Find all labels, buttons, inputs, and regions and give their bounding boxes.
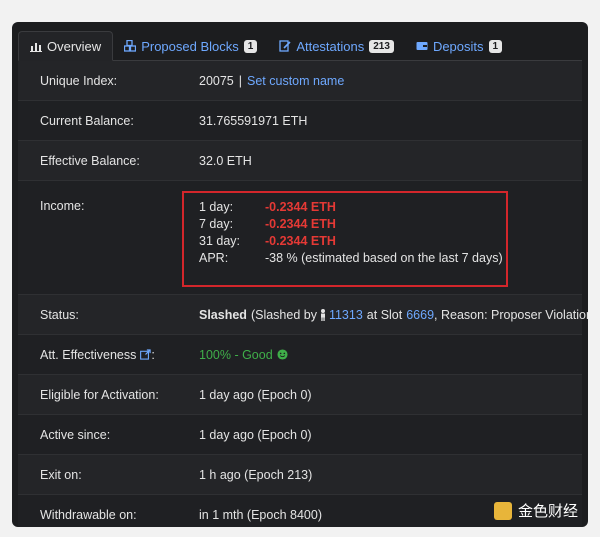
row-active-since: Active since: 1 day ago (Epoch 0) [18,415,582,455]
chart-icon [30,43,42,52]
status-at-slot-text: at Slot [366,307,403,322]
external-link-icon[interactable] [140,349,152,360]
income-31day-label: 31 day: [199,234,241,248]
income-7day-label: 7 day: [199,217,234,231]
income-apr: APR: -38 % (estimated based on the last 7… [199,251,503,265]
row-exit-on: Exit on: 1 h ago (Epoch 213) [18,455,582,495]
smile-icon [277,349,288,360]
row-eligible-activation: Eligible for Activation: 1 day ago (Epoc… [18,375,582,415]
withdrawable-value: in 1 mth (Epoch 8400) [199,507,322,522]
current-balance-label: Current Balance: [40,113,134,128]
effective-balance-value: 32.0 ETH [199,153,252,168]
att-effectiveness-label: Att. Effectiveness [40,347,137,362]
validator-details: Unique Index: 20075 | Set custom name Cu… [18,61,588,527]
status-slashed-by-text: (Slashed by [250,307,317,322]
proposed-blocks-count-badge: 1 [243,39,258,53]
tab-overview-label: Overview [47,38,102,54]
watermark-text: 金色财经 [517,503,578,520]
unique-index-value: 20075 [199,73,234,88]
tab-proposed-blocks-label: Proposed Blocks [141,38,239,54]
colon: : [151,347,155,362]
status-value: Slashed (Slashed by 11313 at Slot 6669 ,… [199,295,588,334]
income-apr-label: APR: [199,251,229,265]
status-reason-text: , Reason: Proposer Violation) [434,307,588,322]
tab-proposed-blocks[interactable]: Proposed Blocks 1 [113,31,268,61]
income-apr-value: -38 % (estimated based on the last 7 day… [265,251,503,265]
row-effective-balance: Effective Balance: 32.0 ETH [18,141,582,181]
income-1day-value: -0.2344 ETH [265,200,336,214]
att-effectiveness-value: 100% - Good [199,347,273,362]
att-effectiveness-value-wrap: 100% - Good [199,335,288,374]
tab-bar: Overview Proposed Blocks 1 Attestations … [18,28,582,61]
separator: | [238,73,243,88]
eligible-label: Eligible for Activation: [40,387,159,402]
eligible-value: 1 day ago (Epoch 0) [199,387,312,402]
income-31day-value: -0.2344 ETH [265,234,336,248]
effective-balance-label: Effective Balance: [40,153,140,168]
slot-link[interactable]: 6669 [406,308,434,322]
income-1day: 1 day: -0.2344 ETH [199,200,336,214]
deposits-count-badge: 1 [488,39,503,53]
income-1day-label: 1 day: [199,200,234,214]
current-balance-value: 31.765591971 ETH [199,113,308,128]
tab-deposits-label: Deposits [432,38,484,54]
row-unique-index: Unique Index: 20075 | Set custom name [18,61,582,101]
income-label: Income: [40,199,85,213]
active-since-label: Active since: [40,427,111,442]
active-since-value: 1 day ago (Epoch 0) [199,427,312,442]
tab-attestations[interactable]: Attestations 213 [268,31,405,61]
unique-index-value-wrap: 20075 | Set custom name [199,61,344,100]
status-label: Status: [40,307,79,322]
row-status: Status: Slashed (Slashed by 11313 at Slo… [18,295,588,335]
exit-on-value: 1 h ago (Epoch 213) [199,467,313,482]
set-custom-name-link[interactable]: Set custom name [247,74,344,88]
exit-on-label: Exit on: [40,467,82,482]
tab-overview[interactable]: Overview [18,31,114,61]
attest-icon [279,40,291,52]
row-current-balance: Current Balance: 31.765591971 ETH [18,101,582,141]
wallet-icon [416,42,428,50]
person-icon [320,308,325,321]
tab-deposits[interactable]: Deposits 1 [405,31,513,61]
watermark: 金色财经 [493,500,578,521]
tab-attestations-label: Attestations [296,38,365,54]
attestations-count-badge: 213 [369,39,394,53]
unique-index-label: Unique Index: [40,73,118,88]
cubes-icon [124,40,137,52]
att-effectiveness-label-wrap: Att. Effectiveness : [40,335,155,374]
row-income: Income: 1 day: -0.2344 ETH 7 day: -0.2344 … [18,181,582,295]
watermark-logo-icon [493,501,512,520]
row-att-effectiveness: Att. Effectiveness : 100% - Good [18,335,582,375]
income-7day-value: -0.2344 ETH [265,217,336,231]
validator-panel: Overview Proposed Blocks 1 Attestations … [12,22,588,527]
withdrawable-label: Withdrawable on: [40,507,137,522]
income-7day: 7 day: -0.2344 ETH [199,217,336,231]
status-state: Slashed [199,307,247,322]
slasher-validator-link[interactable]: 11313 [329,308,363,322]
income-31day: 31 day: -0.2344 ETH [199,234,336,248]
